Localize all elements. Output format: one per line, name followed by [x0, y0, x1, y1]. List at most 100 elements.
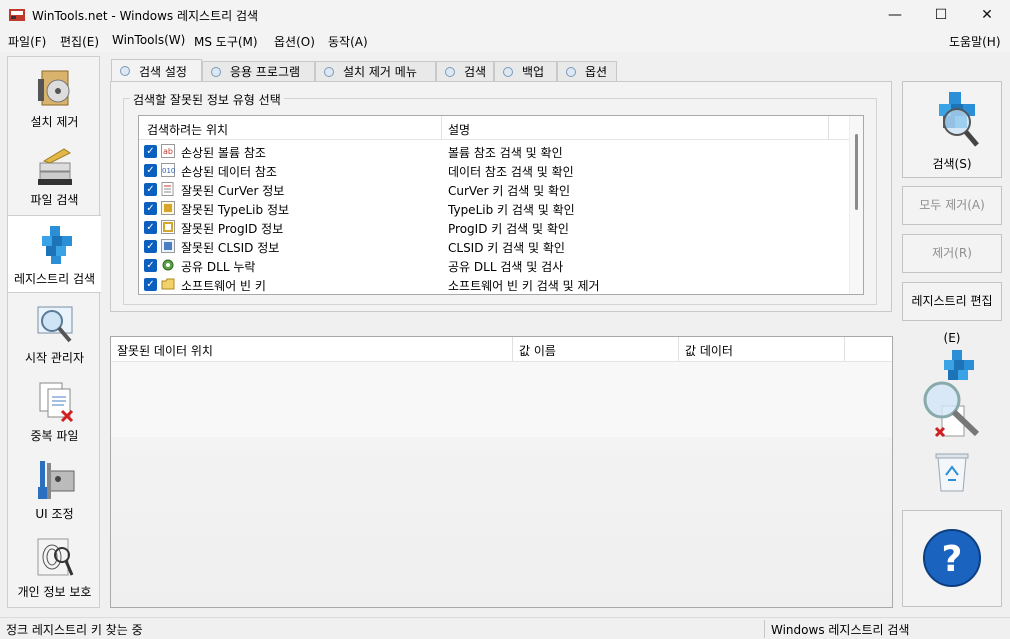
nav-label: 파일 검색	[30, 193, 79, 207]
privacy-icon	[37, 538, 74, 576]
list-item[interactable]: ✓ 공유 DLL 누락 공유 DLL 검색 및 검사	[139, 256, 849, 275]
volume-ref-icon: ab	[161, 144, 175, 158]
menu-options[interactable]: 옵션(O)	[274, 33, 315, 50]
tab-options[interactable]: 옵션	[557, 61, 617, 81]
tab-radio-icon	[211, 66, 221, 77]
status-module: Windows 레지스트리 검색	[771, 623, 910, 637]
row-description: 데이터 참조 검색 및 확인	[448, 165, 574, 179]
header-divider	[844, 337, 845, 361]
curver-icon	[161, 182, 174, 196]
menu-help[interactable]: 도움말(H)	[949, 33, 1001, 50]
checkbox[interactable]: ✓	[144, 164, 157, 177]
progid-icon	[161, 220, 175, 234]
menu-action[interactable]: 동작(A)	[328, 33, 368, 50]
status-bar: 정크 레지스트리 키 찾는 중 Windows 레지스트리 검색	[0, 617, 1010, 639]
nav-label: 시작 관리자	[24, 351, 84, 365]
tab-scan-settings[interactable]: 검색 설정	[111, 59, 202, 82]
list-item[interactable]: ✓ ab 손상된 볼륨 참조 볼륨 참조 검색 및 확인	[139, 142, 849, 161]
checkbox[interactable]: ✓	[144, 202, 157, 215]
title-bar: WinTools.net - Windows 레지스트리 검색 — ☐ ✕	[0, 0, 1010, 30]
nav-privacy[interactable]: 개인 정보 보호	[8, 529, 101, 607]
startup-manager-icon	[37, 306, 73, 343]
nav-startup-manager[interactable]: 시작 관리자	[8, 295, 101, 373]
tab-radio-icon	[120, 66, 130, 76]
typelib-icon	[161, 201, 175, 215]
remove-all-button[interactable]: 모두 제거(A)	[902, 186, 1002, 225]
header-divider	[441, 116, 442, 140]
checkbox[interactable]: ✓	[144, 183, 157, 196]
checkbox[interactable]: ✓	[144, 278, 157, 291]
list-item[interactable]: ✓ 잘못된 CurVer 정보 CurVer 키 검색 및 확인	[139, 180, 849, 199]
list-header: 잘못된 데이터 위치 값 이름 값 데이터	[111, 337, 892, 362]
list-item[interactable]: ✓ 010 손상된 데이터 참조 데이터 참조 검색 및 확인	[139, 161, 849, 180]
close-button[interactable]: ✕	[964, 0, 1010, 30]
tab-label: 검색	[464, 65, 487, 79]
svg-text:010: 010	[162, 167, 175, 175]
help-icon: ?	[923, 529, 981, 587]
maximize-button[interactable]: ☐	[918, 0, 964, 30]
scan-location-list[interactable]: 검색하려는 위치 설명 ✓ ab 손상된 볼륨 참조 볼륨 참조 검색 및 확인…	[138, 115, 864, 295]
header-divider	[828, 116, 829, 140]
registry-clean-icon	[923, 350, 980, 438]
nav-duplicate-files[interactable]: 중복 파일	[8, 373, 101, 451]
tab-applications[interactable]: 응용 프로그램	[202, 61, 315, 81]
tab-radio-icon	[503, 66, 513, 77]
row-location: 잘못된 CLSID 정보	[181, 241, 280, 255]
nav-label: 중복 파일	[30, 429, 79, 443]
tab-uninstall-menu[interactable]: 설치 제거 메뉴	[315, 61, 436, 81]
row-location: 잘못된 ProgID 정보	[181, 222, 284, 236]
nav-file-search[interactable]: 파일 검색	[8, 137, 101, 215]
status-message: 정크 레지스트리 키 찾는 중	[6, 623, 143, 637]
checkbox[interactable]: ✓	[144, 240, 157, 253]
results-list[interactable]: 잘못된 데이터 위치 값 이름 값 데이터	[110, 336, 893, 608]
list-item[interactable]: ✓ 잘못된 CLSID 정보 CLSID 키 검색 및 확인	[139, 237, 849, 256]
tab-label: 백업	[522, 65, 545, 79]
nav-ui-tweak[interactable]: UI 조정	[8, 451, 101, 529]
minimize-button[interactable]: —	[872, 0, 918, 30]
nav-label: 개인 정보 보호	[17, 585, 92, 599]
nav-registry-search[interactable]: 레지스트리 검색	[8, 215, 101, 293]
scrollbar-thumb[interactable]	[855, 134, 858, 210]
checkbox[interactable]: ✓	[144, 145, 157, 158]
list-item[interactable]: ✓ 잘못된 ProgID 정보 ProgID 키 검색 및 확인	[139, 218, 849, 237]
list-item[interactable]: ✓ 잘못된 TypeLib 정보 TypeLib 키 검색 및 확인	[139, 199, 849, 218]
scan-button-label: 검색(S)	[932, 157, 972, 171]
menu-edit[interactable]: 편집(E)	[60, 33, 99, 50]
row-description: 볼륨 참조 검색 및 확인	[448, 146, 563, 160]
menu-bar: 파일(F) 편집(E) WinTools(W) MS 도구(M) 옵션(O) 동…	[0, 30, 1010, 52]
column-header-description[interactable]: 설명	[448, 121, 470, 138]
menu-ms-tools[interactable]: MS 도구(M)	[194, 33, 258, 50]
column-header-value-name[interactable]: 값 이름	[519, 342, 556, 359]
list-item[interactable]: ✓ 소프트웨어 빈 키 소프트웨어 빈 키 검색 및 제거	[139, 275, 849, 294]
menu-wintools[interactable]: WinTools(W)	[112, 33, 185, 47]
nav-label: UI 조정	[35, 507, 74, 521]
column-header-value-data[interactable]: 값 데이터	[685, 342, 733, 359]
column-header-bad-data-location[interactable]: 잘못된 데이터 위치	[117, 342, 213, 359]
registry-editor-button[interactable]: 레지스트리 편집(E)	[902, 282, 1002, 345]
empty-key-icon	[161, 278, 175, 290]
remove-button[interactable]: 제거(R)	[902, 234, 1002, 273]
vertical-scrollbar[interactable]	[849, 116, 863, 294]
ui-tweak-icon	[38, 461, 75, 499]
tab-scan[interactable]: 검색	[436, 61, 494, 81]
column-header-location[interactable]: 검색하려는 위치	[147, 121, 228, 138]
header-divider	[512, 337, 513, 361]
checkbox[interactable]: ✓	[144, 259, 157, 272]
row-location: 손상된 데이터 참조	[181, 165, 277, 179]
file-search-icon	[38, 148, 72, 185]
menu-file[interactable]: 파일(F)	[8, 33, 46, 50]
duplicate-files-icon	[39, 382, 74, 423]
nav-label: 설치 제거	[30, 115, 79, 129]
tab-label: 설치 제거 메뉴	[343, 65, 417, 79]
registry-icon	[42, 226, 72, 264]
checkbox[interactable]: ✓	[144, 221, 157, 234]
group-title: 검색할 잘못된 정보 유형 선택	[130, 91, 284, 108]
scan-button[interactable]: 검색(S)	[902, 81, 1002, 178]
nav-uninstall[interactable]: 설치 제거	[8, 59, 101, 137]
help-button[interactable]: ?	[902, 510, 1002, 607]
background-ghost	[111, 437, 892, 607]
row-location: 잘못된 CurVer 정보	[181, 184, 285, 198]
clsid-icon	[161, 239, 175, 253]
tab-backup[interactable]: 백업	[494, 61, 557, 81]
row-description: 공유 DLL 검색 및 검사	[448, 260, 564, 274]
